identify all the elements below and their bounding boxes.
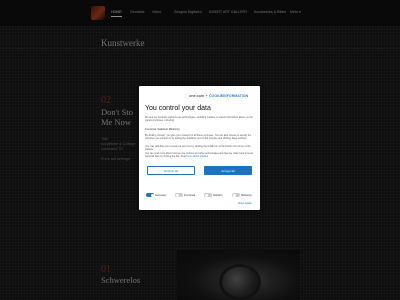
switch-functional[interactable] [175,193,183,197]
switch-statistics[interactable] [204,193,212,197]
decline-all-button[interactable]: Decline all [147,166,195,175]
toggle-marketing[interactable]: Marketing [232,192,252,198]
toggle-necessary[interactable]: Necessary [146,192,166,198]
consent-withdraw-text: You may withdraw your consent at any tim… [145,145,251,152]
toggle-label: Marketing [241,193,252,197]
toggle-label: Statistics [213,193,223,197]
switch-necessary[interactable] [146,193,154,197]
brand-onecom: one.com [189,93,205,98]
toggle-label: Functional [184,193,196,197]
consent-purposes: Functional, Statistical, Marketing [145,128,180,131]
consent-accept-text: By clicking 'Accept', you give your cons… [145,134,252,141]
toggle-label: Necessary [155,193,167,197]
consent-brand: one.com + COOKIEINFORMATION [189,93,248,98]
brand-cookieinformation: COOKIEINFORMATION [208,94,249,98]
toggle-functional[interactable]: Functional [175,192,195,198]
toggle-statistics[interactable]: Statistics [204,192,223,198]
show-details-link[interactable]: Show details [238,202,252,205]
consent-readmore-text: You can read more about how we use cooki… [145,152,255,158]
consent-toggles: Necessary Functional Statistics Marketin… [146,192,256,198]
accept-all-button[interactable]: Accept all [204,166,252,175]
consent-intro-text: We and our business partners use technol… [145,116,253,123]
read-more-link[interactable]: Read more about cookies [181,155,208,158]
switch-marketing[interactable] [232,193,240,197]
consent-title: You control your data [145,105,211,112]
brand-plus: + [205,93,208,98]
